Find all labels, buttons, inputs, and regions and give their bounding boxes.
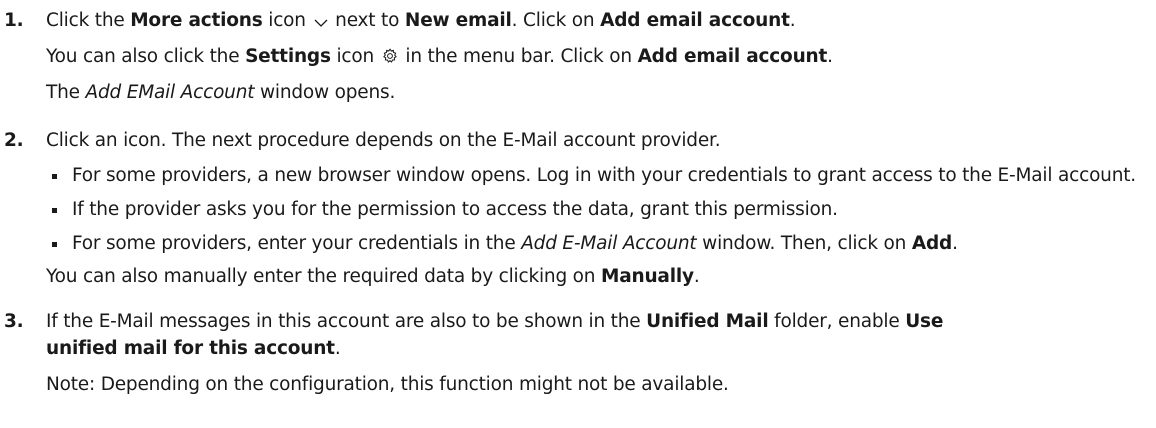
step-3-line-1: If the E-Mail messages in this account a… bbox=[46, 311, 944, 332]
list-item: For some providers, enter your credentia… bbox=[46, 226, 1146, 260]
instructions-document: 1. Click the More actions icon next to N… bbox=[0, 0, 1156, 402]
list-item: If the provider asks you for the permiss… bbox=[46, 192, 1146, 226]
add-email-account-label: Add email account bbox=[637, 46, 828, 67]
use-unified-mail-label: Use bbox=[905, 311, 944, 332]
step-1-line-2: You can also click the Settings icon in … bbox=[46, 40, 1146, 76]
step-number: 2. bbox=[4, 130, 24, 151]
settings-label: Settings bbox=[245, 46, 331, 67]
step-1-line-3: The Add EMail Account window opens. bbox=[46, 82, 396, 103]
bullet-marker bbox=[52, 242, 57, 247]
more-actions-label: More actions bbox=[130, 10, 263, 31]
step-number: 3. bbox=[4, 311, 24, 332]
unified-mail-label: Unified Mail bbox=[646, 311, 769, 332]
chevron-down-icon bbox=[314, 6, 328, 40]
bullet-list: For some providers, a new browser window… bbox=[46, 158, 1146, 260]
new-email-label: New email bbox=[404, 10, 512, 31]
step-3: 3. If the E-Mail messages in this accoun… bbox=[0, 308, 1156, 402]
step-number: 1. bbox=[4, 10, 24, 31]
window-name: Add EMail Account bbox=[85, 82, 255, 103]
step-2-line-1: Click an icon. The next procedure depend… bbox=[46, 130, 721, 151]
step-2-line-after: You can also manually enter the required… bbox=[46, 266, 700, 287]
list-item: For some providers, a new browser window… bbox=[46, 158, 1146, 192]
step-2: 2. Click an icon. The next procedure dep… bbox=[0, 124, 1156, 294]
use-unified-mail-label: unified mail for this account bbox=[46, 338, 335, 359]
window-name: Add E-Mail Account bbox=[521, 233, 697, 254]
manually-label: Manually bbox=[601, 266, 694, 287]
add-email-account-label: Add email account bbox=[600, 10, 790, 31]
step-3-line-2: unified mail for this account. bbox=[46, 338, 341, 359]
bullet-marker bbox=[52, 208, 57, 213]
step-1-line-1: Click the More actions icon next to New … bbox=[46, 4, 1146, 40]
step-1: 1. Click the More actions icon next to N… bbox=[0, 4, 1156, 110]
note-text: Note: Depending on the configuration, th… bbox=[46, 374, 729, 395]
add-label: Add bbox=[911, 233, 953, 254]
gear-icon bbox=[382, 42, 398, 76]
bullet-marker bbox=[52, 174, 57, 179]
